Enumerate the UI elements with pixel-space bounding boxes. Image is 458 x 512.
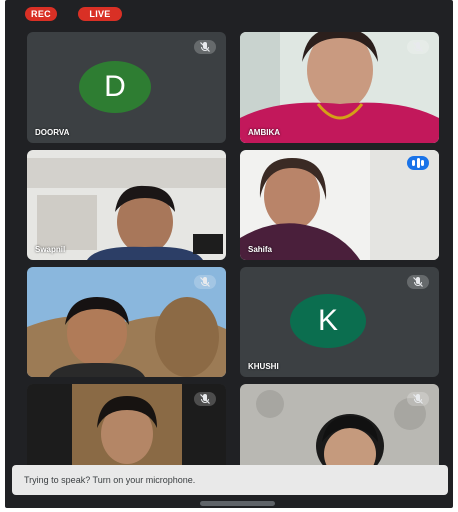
participant-name: AMBIKA (248, 128, 280, 137)
microphone-toast[interactable]: Trying to speak? Turn on your microphone… (12, 465, 448, 495)
rec-badge: REC (25, 7, 57, 21)
participant-name: DOORVA (35, 128, 70, 137)
participant-name: KHUSHI (248, 362, 279, 371)
mic-off-icon (407, 40, 429, 54)
participant-tile-khushi[interactable]: K KHUSHI (240, 267, 439, 377)
participant-tile-5[interactable] (27, 267, 226, 377)
participant-tile-doorva[interactable]: D DOORVA (27, 32, 226, 143)
video-feed (27, 150, 226, 260)
mic-off-icon (407, 392, 429, 406)
mic-off-icon (194, 392, 216, 406)
mic-off-icon (194, 40, 216, 54)
home-indicator[interactable] (200, 501, 275, 506)
avatar: K (290, 294, 366, 348)
live-badge: LIVE (78, 7, 122, 21)
meeting-screen: REC LIVE D DOORVA AMBIKA Swapnil Sahifa … (5, 0, 453, 508)
participant-name: Swapnil (35, 245, 66, 254)
participant-tile-swapnil[interactable]: Swapnil (27, 150, 226, 260)
participant-name: Sahifa (248, 245, 273, 254)
participant-tile-sahifa[interactable]: Sahifa (240, 150, 439, 260)
avatar: D (79, 61, 151, 113)
participant-tile-ambika[interactable]: AMBIKA (240, 32, 439, 143)
mic-off-icon (194, 275, 216, 289)
speaking-indicator-icon (407, 156, 429, 170)
participant-tile-7[interactable] (27, 384, 226, 474)
mic-off-icon (407, 275, 429, 289)
participant-tile-8[interactable] (240, 384, 439, 474)
